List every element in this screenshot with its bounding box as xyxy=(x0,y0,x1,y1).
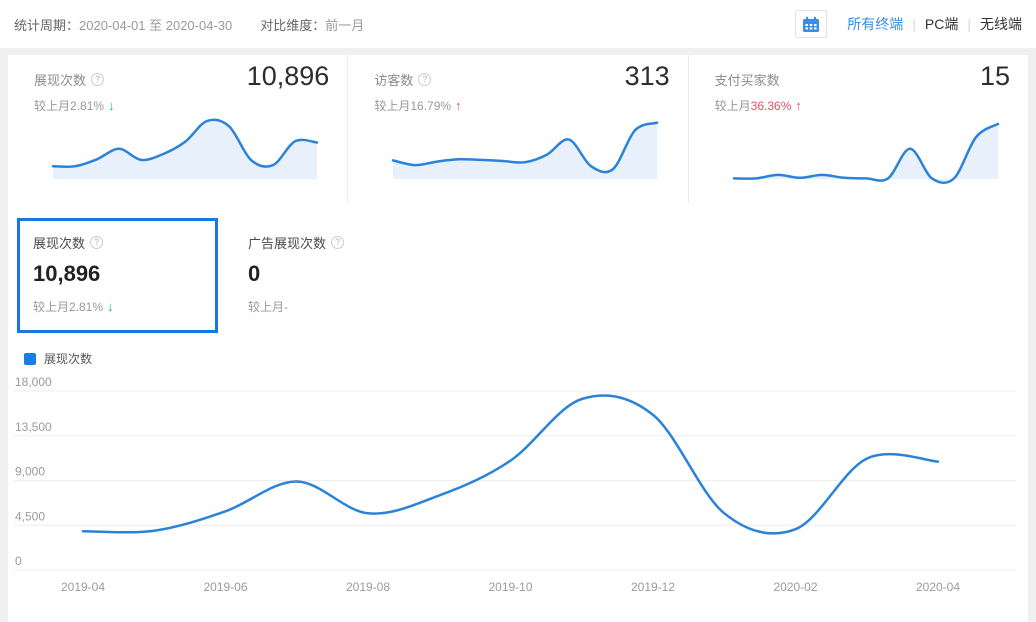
sparkline-impressions xyxy=(50,110,320,186)
legend-label: 展现次数 xyxy=(44,350,92,367)
header-bar: 统计周期： 2020-04-01 至 2020-04-30 对比维度： 前一月 … xyxy=(0,0,1036,48)
metric-title: 展现次数 ? xyxy=(33,233,202,252)
period-info: 统计周期： 2020-04-01 至 2020-04-30 对比维度： 前一月 xyxy=(14,15,364,34)
trend-line xyxy=(83,395,938,533)
trend-arrow-icon: ↓ xyxy=(107,299,114,314)
help-icon[interactable]: ? xyxy=(331,236,344,249)
divider: | xyxy=(912,16,916,32)
stat-period-label: 统计周期： xyxy=(14,15,79,34)
metric-card-impressions[interactable]: 展现次数 ? 10,896 较上月2.81%↓ xyxy=(17,218,218,333)
kpi-card-visitors[interactable]: 访客数 ? 313 较上月16.79%↑ xyxy=(348,55,688,203)
sparkline-paid-buyers xyxy=(731,110,1001,186)
help-icon[interactable]: ? xyxy=(91,73,104,86)
x-axis-label: 2020-04 xyxy=(916,580,960,594)
metric-card-ad-impressions[interactable]: 广告展现次数 ? 0 较上月- xyxy=(232,218,427,333)
x-axis-label: 2019-12 xyxy=(631,580,675,594)
calendar-icon xyxy=(802,16,820,33)
kpi-title: 支付买家数 xyxy=(715,61,780,89)
terminal-tab-pc[interactable]: PC端 xyxy=(925,14,958,34)
sparkline-area xyxy=(393,123,657,179)
kpi-value: 10,896 xyxy=(247,61,330,92)
impressions-trend-chart[interactable]: 0 4,500 9,000 13,500 18,000 2019-04 2019-06 201… xyxy=(14,375,1022,615)
trend-chart-svg: 0 4,500 9,000 13,500 18,000 2019-04 2019-06 201… xyxy=(14,375,1022,615)
compare-dim-value: 前一月 xyxy=(325,15,364,34)
terminal-tab-all[interactable]: 所有终端 xyxy=(847,14,903,34)
metric-value: 10,896 xyxy=(33,261,202,287)
kpi-value: 313 xyxy=(625,61,670,92)
kpi-value: 15 xyxy=(980,61,1010,92)
metric-value: 0 xyxy=(248,261,411,287)
stat-period-value: 2020-04-01 至 2020-04-30 xyxy=(79,15,232,34)
y-axis-label: 0 xyxy=(15,554,22,568)
kpi-title: 展现次数 ? xyxy=(34,61,104,89)
calendar-button[interactable] xyxy=(795,10,827,38)
compare-dim-label: 对比维度： xyxy=(260,15,325,34)
x-axis-label: 2019-04 xyxy=(61,580,105,594)
chart-legend: 展现次数 xyxy=(24,350,92,367)
help-icon[interactable]: ? xyxy=(418,73,431,86)
y-axis-label: 13,500 xyxy=(15,420,52,434)
x-axis-label: 2019-08 xyxy=(346,580,390,594)
x-axis-label: 2019-10 xyxy=(488,580,532,594)
y-axis-label: 4,500 xyxy=(15,509,45,523)
kpi-card-paid-buyers[interactable]: 支付买家数 15 较上月36.36%↑ xyxy=(689,55,1028,203)
help-icon[interactable]: ? xyxy=(90,236,103,249)
sparkline-area xyxy=(53,120,317,179)
metric-change: 较上月2.81%↓ xyxy=(33,298,202,315)
legend-swatch xyxy=(24,353,36,365)
kpi-title: 访客数 ? xyxy=(374,61,431,89)
sparkline-line xyxy=(734,124,998,183)
metric-change: 较上月- xyxy=(248,298,411,315)
terminal-tab-wireless[interactable]: 无线端 xyxy=(980,14,1022,34)
y-axis-label: 9,000 xyxy=(15,465,45,479)
y-axis-label: 18,000 xyxy=(15,375,52,389)
kpi-card-impressions[interactable]: 展现次数 ? 10,896 较上月2.81%↓ xyxy=(8,55,348,203)
divider: | xyxy=(967,16,971,32)
x-axis-label: 2020-02 xyxy=(773,580,817,594)
x-axis-label: 2019-06 xyxy=(203,580,247,594)
terminal-switcher: 所有终端 | PC端 | 无线端 xyxy=(795,10,1022,38)
kpi-cards-row: 展现次数 ? 10,896 较上月2.81%↓ 访客数 ? 313 较上月16.… xyxy=(8,55,1028,203)
metric-title: 广告展现次数 ? xyxy=(248,233,411,252)
sparkline-visitors xyxy=(390,110,660,186)
analytics-panel: 展现次数 ? 10,896 较上月2.81%↓ 访客数 ? 313 较上月16.… xyxy=(8,55,1028,622)
